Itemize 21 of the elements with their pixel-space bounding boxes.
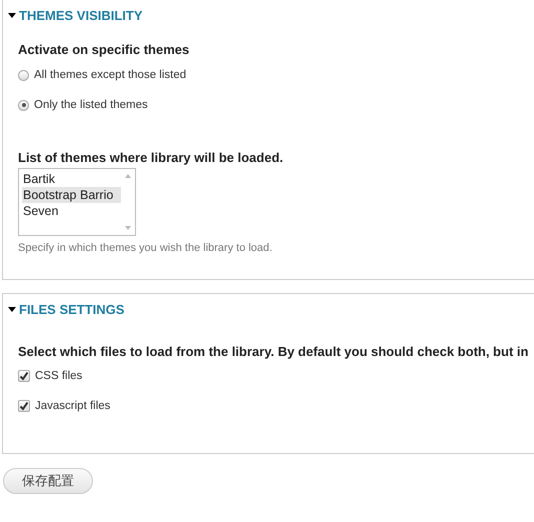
section-title[interactable]: FILES SETTINGS	[19, 302, 124, 316]
list-item[interactable]: Seven	[22, 203, 121, 219]
save-button[interactable]: 保存配置	[3, 468, 93, 494]
option-label[interactable]: All themes except those listed	[34, 69, 186, 81]
option-label[interactable]: Javascript files	[35, 400, 110, 412]
checkbox[interactable]	[18, 370, 30, 382]
field-label: List of themes where library will be loaded.	[18, 150, 284, 165]
section-title[interactable]: THEMES VISIBILITY	[19, 8, 143, 22]
list-item[interactable]: Bartik	[22, 171, 121, 187]
field-description: Specify in which themes you wish the library to load.	[18, 242, 274, 254]
checkbox[interactable]	[18, 400, 30, 412]
option-label[interactable]: CSS files	[35, 370, 82, 382]
option-label[interactable]: Only the listed themes	[34, 99, 148, 111]
radio-button[interactable]	[18, 70, 29, 80]
caret-icon[interactable]	[8, 12, 16, 18]
field-label: Select which files to load from the library. By default you should check both, but in	[18, 344, 530, 359]
field-label: Activate on specific themes	[18, 42, 190, 57]
radio-button[interactable]	[18, 100, 29, 110]
caret-icon[interactable]	[8, 306, 16, 312]
list-item[interactable]: Bootstrap Barrio	[22, 187, 121, 203]
theme-listbox[interactable]: Bartik Bootstrap Barrio Seven	[18, 168, 136, 236]
